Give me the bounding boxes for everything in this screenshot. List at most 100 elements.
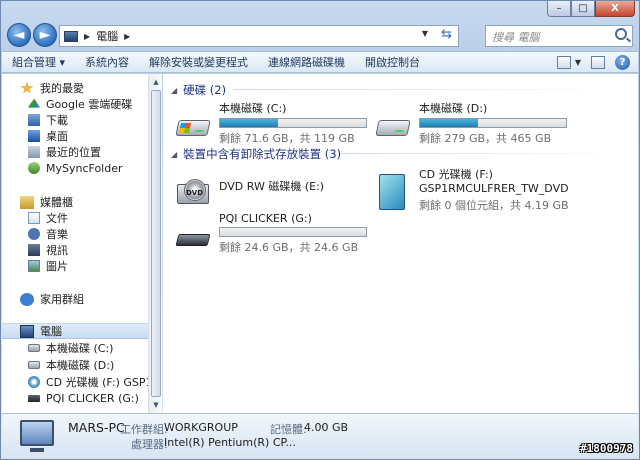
- workgroup-label: 工作群組:: [120, 423, 168, 436]
- breadcrumb-computer[interactable]: 電腦: [96, 28, 118, 44]
- drive-name: PQI CLICKER (G:): [219, 212, 312, 225]
- drive-e[interactable]: DVD DVD RW 磁碟機 (E:): [175, 166, 375, 212]
- drive-d[interactable]: 本機磁碟 (D:) 剩餘 279 GB，共 465 GB: [375, 100, 575, 146]
- uninstall-program-button[interactable]: 解除安裝或變更程式: [139, 54, 258, 70]
- computer-name: MARS-PC: [68, 420, 125, 435]
- nav-item-recent-places[interactable]: 最近的位置: [28, 144, 101, 160]
- drive-c[interactable]: 本機磁碟 (C:) 剩餘 71.6 GB，共 119 GB: [175, 100, 375, 146]
- content-pane: ◢ 硬碟 (2) 本機磁碟 (C:) 剩餘 71.6 GB，共 119 GB 本…: [163, 74, 638, 413]
- drive-free-space: 剩餘 24.6 GB，共 24.6 GB: [219, 241, 359, 254]
- nav-item-drive-c[interactable]: 本機磁碟 (C:): [28, 340, 113, 356]
- search-input[interactable]: 搜尋 電腦: [485, 25, 633, 47]
- breadcrumb-separator-icon[interactable]: ▶: [124, 32, 130, 41]
- view-controls: ▼ ?: [547, 55, 630, 70]
- collapse-arrow-icon[interactable]: ◢: [171, 86, 177, 95]
- explorer-window: – □ X ◄ ► ▼ ▶ 電腦 ▶ ▼ ⇆ 搜尋 電腦 組合管理 ▾ 系統內容…: [0, 0, 640, 460]
- minimize-button[interactable]: –: [547, 1, 571, 17]
- processor-value: Intel(R) Pentium(R) CP...: [164, 436, 296, 449]
- drive-free-space: 剩餘 279 GB，共 465 GB: [419, 132, 552, 145]
- scroll-up-icon[interactable]: ▲: [150, 75, 162, 89]
- drive-g[interactable]: PQI CLICKER (G:) 剩餘 24.6 GB，共 24.6 GB: [175, 212, 375, 258]
- change-view-icon[interactable]: [556, 56, 571, 69]
- computer-stand: [30, 448, 44, 452]
- windows-logo-icon: [178, 123, 192, 133]
- nav-item-music[interactable]: 音樂: [28, 226, 68, 242]
- hard-drive-icon: [28, 361, 40, 369]
- nav-item-drive-g[interactable]: PQI CLICKER (G:): [28, 390, 139, 406]
- view-options-dropdown-icon[interactable]: ▼: [575, 58, 581, 67]
- downloads-icon: [28, 114, 40, 126]
- group-removable-storage[interactable]: ◢ 裝置中含有卸除式存放裝置 (3): [171, 146, 341, 162]
- drive-usage-bar: [419, 118, 567, 128]
- address-bar[interactable]: ▶ 電腦 ▶ ▼ ⇆: [59, 25, 459, 47]
- details-pane: MARS-PC 工作群組: WORKGROUP 記憶體: 4.00 GB 處理器…: [2, 413, 638, 459]
- refresh-icon[interactable]: ⇆: [441, 27, 452, 42]
- nav-item-mysyncfolder[interactable]: MySyncFolder: [28, 160, 123, 176]
- nav-item-drive-f[interactable]: CD 光碟機 (F:) GSP1RMC: [28, 374, 148, 390]
- computer-icon: [20, 324, 34, 338]
- music-icon: [28, 228, 40, 240]
- drive-f[interactable]: CD 光碟機 (F:) GSP1RMCULFRER_TW_DVD 剩餘 0 個位…: [375, 166, 635, 212]
- nav-item-desktop[interactable]: 桌面: [28, 128, 68, 144]
- open-control-panel-button[interactable]: 開啟控制台: [355, 54, 430, 70]
- hard-drive-icon: [28, 344, 40, 352]
- nav-homegroup[interactable]: 家用群組: [20, 291, 84, 307]
- desktop-icon: [28, 130, 40, 142]
- computer-icon: [64, 30, 78, 42]
- collapse-arrow-icon[interactable]: ◢: [171, 150, 177, 159]
- nav-item-google-drive[interactable]: Google 雲端硬碟: [28, 96, 132, 112]
- usb-drive-icon: [28, 394, 40, 402]
- navigation-pane: 我的最愛 Google 雲端硬碟 下載 桌面 最近的位置 MySyncFolde…: [2, 74, 148, 413]
- drive-name: DVD RW 磁碟機 (E:): [219, 180, 325, 193]
- organize-menu[interactable]: 組合管理 ▾: [2, 54, 75, 70]
- navigation-scrollbar[interactable]: ▲ ▼: [148, 74, 162, 413]
- drive-name: 本機磁碟 (D:): [419, 102, 488, 115]
- group-hard-drives[interactable]: ◢ 硬碟 (2): [171, 82, 226, 98]
- hard-drive-icon: [175, 108, 211, 142]
- address-dropdown-icon[interactable]: ▼: [422, 29, 428, 38]
- nav-libraries-header[interactable]: 媒體櫃: [20, 194, 73, 210]
- arrow-right-icon: ►: [39, 27, 51, 43]
- computer-icon: [20, 420, 54, 446]
- system-properties-button[interactable]: 系統內容: [75, 54, 139, 70]
- nav-favorites-header[interactable]: 我的最愛: [20, 80, 84, 96]
- usb-drive-icon: [175, 220, 211, 254]
- scroll-down-icon[interactable]: ▼: [150, 398, 162, 412]
- memory-value: 4.00 GB: [304, 421, 349, 434]
- pictures-icon: [28, 260, 40, 272]
- sync-folder-icon: [28, 162, 40, 174]
- star-icon: [20, 81, 34, 94]
- scrollbar-thumb[interactable]: [151, 90, 161, 397]
- nav-item-pictures[interactable]: 圖片: [28, 258, 68, 274]
- cd-drive-icon: [28, 376, 40, 388]
- drive-usage-bar: [219, 227, 367, 237]
- preview-pane-icon[interactable]: [591, 56, 605, 69]
- memory-label: 記憶體:: [270, 423, 307, 436]
- forward-button[interactable]: ►: [33, 23, 57, 47]
- nav-item-drive-d[interactable]: 本機磁碟 (D:): [28, 357, 114, 373]
- maximize-button[interactable]: □: [571, 1, 595, 17]
- nav-item-videos[interactable]: 視訊: [28, 242, 68, 258]
- map-network-drive-button[interactable]: 連線網路磁碟機: [258, 54, 355, 70]
- documents-icon: [28, 212, 40, 224]
- search-placeholder: 搜尋 電腦: [492, 31, 540, 44]
- nav-computer-header[interactable]: 電腦: [2, 323, 148, 339]
- nav-item-downloads[interactable]: 下載: [28, 112, 68, 128]
- google-drive-icon: [28, 98, 40, 108]
- drive-usage-fill: [220, 119, 279, 127]
- recent-places-icon: [28, 146, 40, 158]
- image-watermark: #1800978: [580, 442, 633, 455]
- homegroup-icon: [20, 292, 34, 306]
- arrow-left-icon: ◄: [13, 27, 25, 43]
- drive-volume-label: GSP1RMCULFRER_TW_DVD: [419, 182, 569, 195]
- drive-free-space: 剩餘 0 個位元組，共 4.19 GB: [419, 199, 569, 212]
- drive-name: 本機磁碟 (C:): [219, 102, 287, 115]
- nav-item-documents[interactable]: 文件: [28, 210, 68, 226]
- drive-free-space: 剩餘 71.6 GB，共 119 GB: [219, 132, 355, 145]
- search-icon[interactable]: [615, 28, 627, 40]
- help-icon[interactable]: ?: [615, 55, 630, 70]
- breadcrumb-separator-icon[interactable]: ▶: [84, 32, 90, 41]
- close-button[interactable]: X: [595, 1, 635, 17]
- back-button[interactable]: ◄: [7, 23, 31, 47]
- cd-drive-icon: [375, 174, 411, 210]
